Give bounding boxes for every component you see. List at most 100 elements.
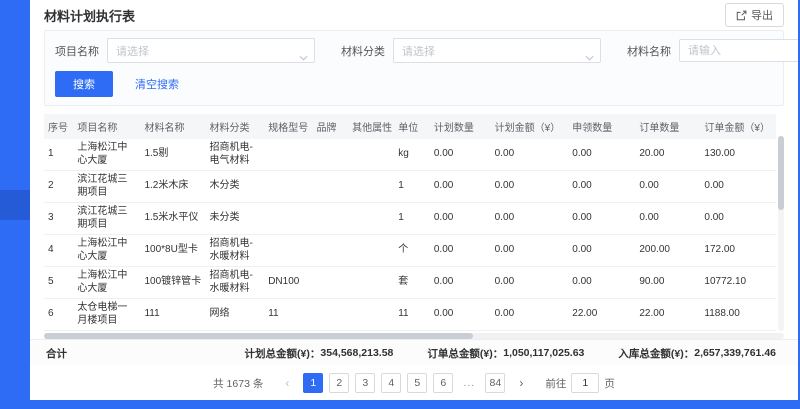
table-cell: 1	[44, 139, 73, 171]
table-cell: 100镀锌管卡	[140, 267, 205, 299]
clear-search-button[interactable]: 清空搜索	[129, 75, 185, 93]
page-title: 材料计划执行表	[44, 6, 135, 25]
column-header: 计划数量	[430, 114, 491, 139]
table-row[interactable]: 7常州赛达大学生公寓新建123不锈钢*米重10.00200000.0011.00…	[44, 331, 776, 332]
table-row[interactable]: 5上海松江中心大厦100镀锌管卡招商机电-水暖材料DN100套0.000.000…	[44, 267, 776, 299]
vertical-scroll-thumb[interactable]	[778, 136, 784, 210]
column-header: 申领数量	[568, 114, 635, 139]
table-cell: 1.5剔	[140, 139, 205, 171]
page-button-5[interactable]: 5	[407, 373, 427, 393]
table-cell: 90.00	[635, 267, 700, 299]
table-cell: 米重	[394, 331, 430, 332]
table-cell: 5	[44, 267, 73, 299]
table-cell: 0.00	[430, 203, 491, 235]
page-button-1[interactable]: 1	[303, 373, 323, 393]
page-button-4[interactable]: 4	[381, 373, 401, 393]
table-cell: 0.00	[491, 235, 569, 267]
table-cell: 0.00	[430, 171, 491, 203]
inbound-total: 入库总金额(¥)： 2,657,339,761.46	[618, 346, 776, 361]
table-cell	[312, 171, 348, 203]
goto-page-input[interactable]	[571, 373, 599, 393]
export-label: 导出	[751, 7, 773, 23]
table-wrap: 序号项目名称材料名称材料分类规格型号品牌其他属性单位计划数量计划金额（¥）申领数…	[44, 114, 784, 331]
table-cell: DN100	[264, 267, 312, 299]
filter-buttons: 搜索 清空搜索	[55, 71, 773, 97]
table-cell: 10.00	[430, 331, 491, 332]
filter-row: 项目名称 请选择 材料分类 请选择 材料名称	[55, 38, 773, 63]
table-cell: 100*8U型卡	[140, 235, 205, 267]
page-button-84[interactable]: 84	[485, 373, 505, 393]
table-row[interactable]: 1上海松江中心大厦1.5剔招商机电-电气材料kg0.000.000.0020.0…	[44, 139, 776, 171]
horizontal-scrollbar[interactable]	[44, 333, 784, 339]
project-select[interactable]: 请选择	[107, 38, 315, 63]
table-cell: 0.00	[635, 171, 700, 203]
table-row[interactable]: 4上海松江中心大厦100*8U型卡招商机电-水暖材料个0.000.000.002…	[44, 235, 776, 267]
table-cell	[264, 171, 312, 203]
table-cell	[312, 139, 348, 171]
summary-totals: 计划总金额(¥)： 354,568,213.58 订单总金额(¥)： 1,050…	[245, 346, 776, 361]
table-cell: 0.00	[430, 267, 491, 299]
project-placeholder: 请选择	[116, 43, 149, 59]
table-cell: 130.00	[700, 139, 776, 171]
summary-row: 合计 计划总金额(¥)： 354,568,213.58 订单总金额(¥)： 1,…	[30, 339, 798, 366]
table-cell: 2	[44, 171, 73, 203]
category-select[interactable]: 请选择	[393, 38, 601, 63]
materials-table: 序号项目名称材料名称材料分类规格型号品牌其他属性单位计划数量计划金额（¥）申领数…	[44, 114, 776, 331]
category-placeholder: 请选择	[402, 43, 435, 59]
table-cell: 0.00	[635, 203, 700, 235]
horizontal-scroll-thumb[interactable]	[44, 333, 473, 339]
next-page-button[interactable]: ›	[511, 373, 531, 393]
table-cell	[348, 299, 394, 331]
table-cell: 123	[140, 331, 205, 332]
column-header: 单位	[394, 114, 430, 139]
table-cell: 22.00	[635, 299, 700, 331]
prev-page-button[interactable]: ‹	[277, 373, 297, 393]
filter-category: 材料分类 请选择	[341, 38, 601, 63]
column-header: 序号	[44, 114, 73, 139]
page-buttons: 123456... 84	[303, 373, 505, 393]
table-row[interactable]: 6太仓电梯一月楼项目111网络11110.000.0022.0022.00118…	[44, 299, 776, 331]
column-header: 订单数量	[635, 114, 700, 139]
table-cell: 招商机电-水暖材料	[205, 267, 264, 299]
page-button-3[interactable]: 3	[355, 373, 375, 393]
table-cell	[264, 203, 312, 235]
material-name-input[interactable]	[679, 39, 798, 62]
page-button-2[interactable]: 2	[329, 373, 349, 393]
table-row[interactable]: 3滨江花城三期项目1.5米水平仪未分类10.000.000.000.000.00	[44, 203, 776, 235]
table-cell: 0.00	[430, 139, 491, 171]
table-cell: 未分类	[205, 203, 264, 235]
table-cell: 滨江花城三期项目	[73, 203, 140, 235]
column-header: 材料名称	[140, 114, 205, 139]
table-cell: 10772.10	[700, 267, 776, 299]
table-cell	[312, 299, 348, 331]
category-label: 材料分类	[341, 43, 385, 59]
table-cell: 11	[394, 299, 430, 331]
table-cell: 1	[394, 203, 430, 235]
table-cell	[312, 235, 348, 267]
search-button[interactable]: 搜索	[55, 71, 113, 97]
chevron-down-icon	[585, 48, 594, 66]
column-header: 订单金额（¥）	[700, 114, 776, 139]
table-cell	[348, 171, 394, 203]
table-cell: 0.00	[430, 299, 491, 331]
table-cell: 0.00	[700, 203, 776, 235]
table-cell	[264, 139, 312, 171]
page-button-6[interactable]: 6	[433, 373, 453, 393]
filter-card: 项目名称 请选择 材料分类 请选择 材料名称	[44, 30, 784, 106]
table-cell: 172.00	[700, 235, 776, 267]
vertical-scrollbar[interactable]	[778, 136, 784, 331]
table-cell: 0.00	[635, 331, 700, 332]
table-row[interactable]: 2滨江花城三期项目1.2米木床木分类10.000.000.000.000.00	[44, 171, 776, 203]
table-cell: 招商机电-电气材料	[205, 139, 264, 171]
table-cell: 111	[140, 299, 205, 331]
material-label: 材料名称	[627, 43, 671, 59]
sidebar-scroll-thumb[interactable]	[0, 190, 30, 220]
page-ellipsis: ...	[459, 373, 479, 393]
export-button[interactable]: 导出	[725, 3, 784, 27]
table-cell: 上海松江中心大厦	[73, 235, 140, 267]
table-cell: 个	[394, 235, 430, 267]
table-cell: 0.00	[430, 235, 491, 267]
column-header: 其他属性	[348, 114, 394, 139]
goto-page: 前往 页	[545, 373, 615, 393]
table-cell	[348, 235, 394, 267]
